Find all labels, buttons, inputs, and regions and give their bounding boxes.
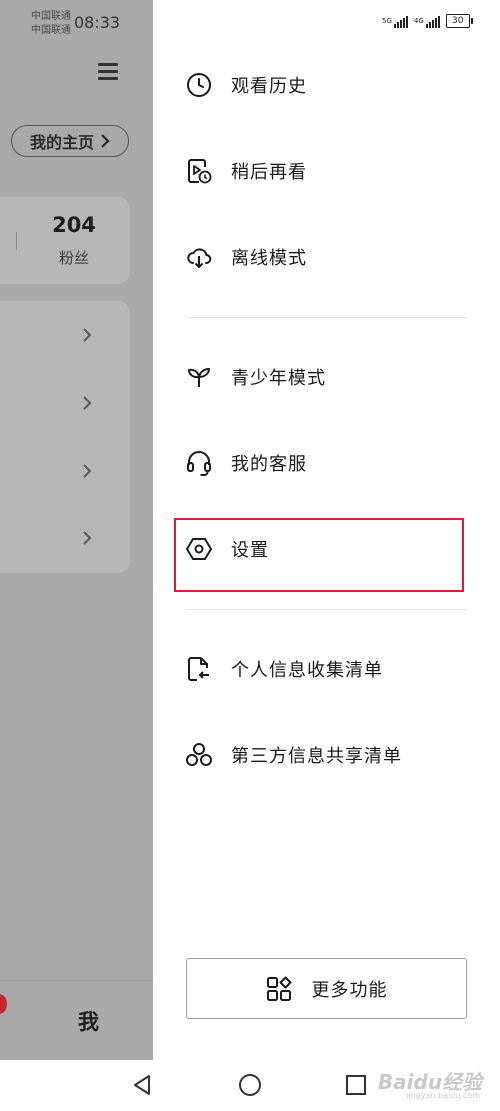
carrier-label: 中国联通 <box>31 11 71 22</box>
signal-bars-icon <box>425 15 440 28</box>
menu-label: 离线模式 <box>231 248 307 269</box>
status-bar-left: 中国联通 中国联通 08:33 <box>31 10 151 42</box>
system-navigation-bar: Baidu经验 jingyan.baidu.com <box>0 1060 500 1111</box>
cloud-download-icon <box>187 248 212 268</box>
chevron-right-icon[interactable] <box>80 531 94 545</box>
divider <box>186 317 467 318</box>
divider <box>16 232 17 250</box>
background-page: 中国联通 中国联通 08:33 我的主页 204 粉丝 我 <box>0 0 153 1060</box>
more-features-label: 更多功能 <box>311 979 388 1001</box>
stats-card: 204 粉丝 <box>0 197 130 284</box>
menu-offline-mode[interactable]: 离线模式 <box>173 232 473 282</box>
battery-icon: 30 <box>445 14 473 28</box>
my-homepage-label: 我的主页 <box>29 133 94 152</box>
signal-bars-icon <box>393 15 408 28</box>
menu-watch-later[interactable]: 稍后再看 <box>173 146 473 196</box>
chevron-right-icon[interactable] <box>80 328 94 342</box>
menu-teen-mode[interactable]: 青少年模式 <box>173 352 473 402</box>
side-drawer: 5G 4G 30 观看历史 稍后再看 离线模式 青少年模式 我的客服 设置 个人… <box>153 0 500 1060</box>
chevron-right-icon[interactable] <box>80 396 94 410</box>
bottom-tab-bar <box>0 980 153 1060</box>
network-4g-label: 4G <box>413 17 424 25</box>
home-icon[interactable] <box>237 1072 263 1098</box>
back-icon[interactable] <box>130 1072 156 1098</box>
share-circles-icon <box>186 743 212 766</box>
menu-label: 我的客服 <box>231 454 307 475</box>
menu-watch-history[interactable]: 观看历史 <box>173 60 473 110</box>
watermark-url: jingyan.baidu.com <box>406 1091 480 1100</box>
menu-label: 第三方信息共享清单 <box>231 746 402 767</box>
tab-me[interactable]: 我 <box>78 1006 99 1036</box>
watch-later-icon <box>188 159 212 184</box>
hamburger-menu-icon[interactable] <box>98 63 118 80</box>
profile-list-card <box>0 301 130 573</box>
highlight-box <box>174 518 464 592</box>
status-time: 08:33 <box>74 13 121 32</box>
sprout-icon <box>188 368 210 387</box>
menu-personal-info-list[interactable]: 个人信息收集清单 <box>173 644 473 694</box>
status-bar-right: 5G 4G 30 <box>382 14 473 28</box>
chevron-right-icon <box>101 134 110 148</box>
carrier-label: 中国联通 <box>31 25 71 36</box>
menu-third-party-share-list[interactable]: 第三方信息共享清单 <box>173 730 473 780</box>
headset-icon <box>187 451 211 476</box>
divider <box>186 609 467 610</box>
recents-icon[interactable] <box>343 1072 369 1098</box>
menu-label: 稍后再看 <box>231 162 307 183</box>
fans-count[interactable]: 204 <box>34 213 114 237</box>
more-features-button[interactable]: 更多功能 <box>186 958 467 1019</box>
fans-label: 粉丝 <box>58 249 89 267</box>
grid-apps-icon <box>266 976 291 1001</box>
chevron-right-icon[interactable] <box>80 464 94 478</box>
my-homepage-button[interactable]: 我的主页 <box>11 125 129 157</box>
menu-label: 观看历史 <box>231 76 307 97</box>
menu-label: 青少年模式 <box>231 368 326 389</box>
menu-customer-service[interactable]: 我的客服 <box>173 438 473 488</box>
document-arrow-icon <box>188 657 209 681</box>
network-5g-label: 5G <box>382 17 392 25</box>
clock-icon <box>187 73 211 97</box>
menu-label: 个人信息收集清单 <box>231 660 383 681</box>
